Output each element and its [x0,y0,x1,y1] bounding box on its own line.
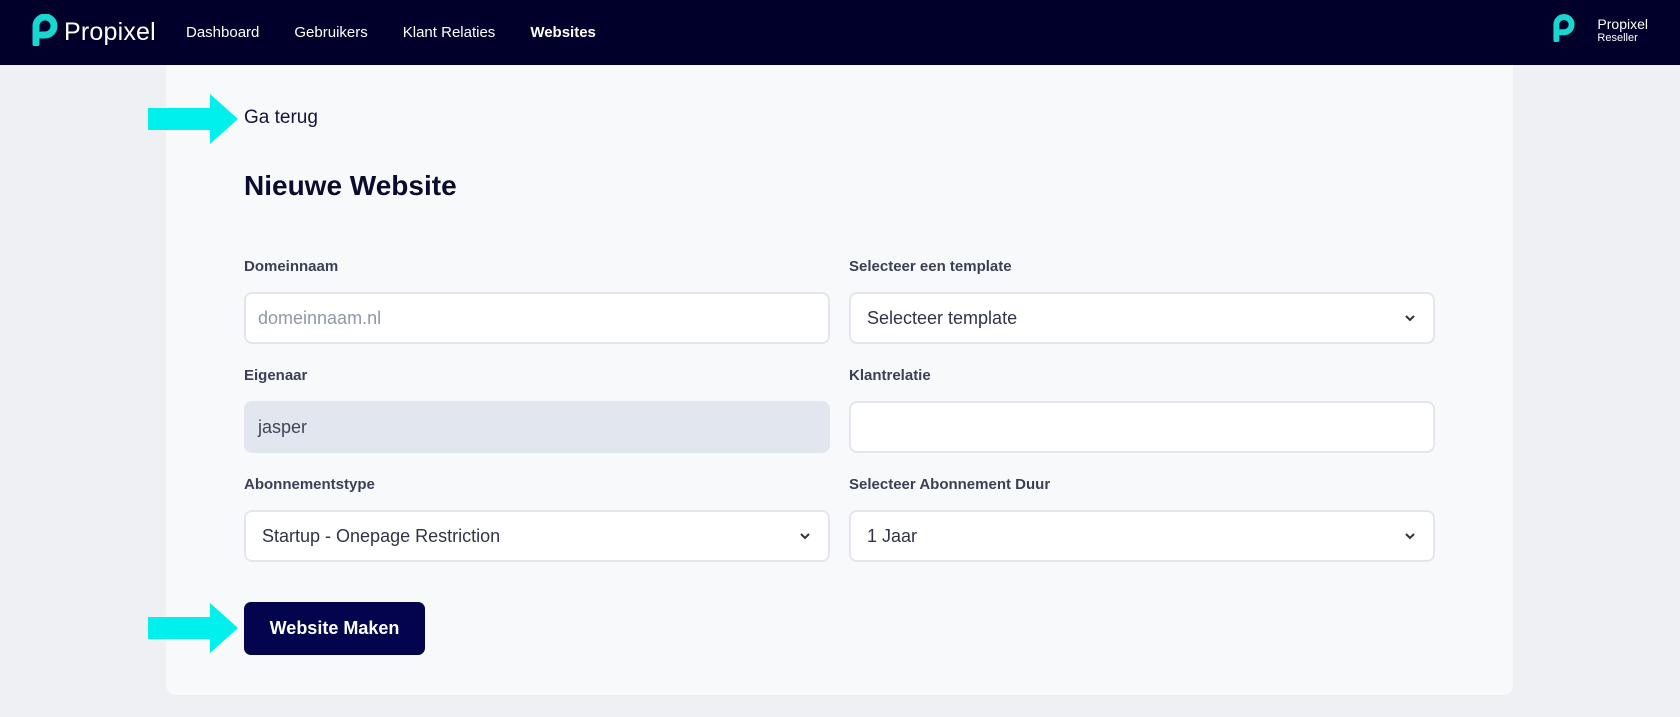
nav-item-websites[interactable]: Websites [530,24,596,41]
subscription-duration-select[interactable]: 1 Jaar [849,510,1435,562]
domain-input[interactable] [244,292,830,344]
user-role: Reseller [1597,32,1638,45]
client-label: Klantrelatie [849,367,931,384]
form-card [166,65,1513,695]
chevron-down-icon [1405,533,1415,540]
template-label: Selecteer een template [849,258,1012,275]
brand-name: Propixel [64,17,156,46]
page-title: Nieuwe Website [244,170,457,201]
brand[interactable]: Propixel [32,13,156,51]
client-input[interactable] [849,401,1435,453]
owner-label: Eigenaar [244,367,308,384]
domain-label: Domeinnaam [244,258,339,275]
owner-field: jasper [244,401,830,453]
template-select[interactable]: Selecteer template [849,292,1435,344]
user-menu[interactable]: Propixel Reseller [1553,14,1648,47]
chevron-down-icon [800,533,810,540]
subscription-type-value: Startup - Onepage Restriction [262,525,501,546]
website-maken-button[interactable]: Website Maken [244,602,425,655]
subscription-type-label: Abonnementstype [244,476,375,493]
subscription-duration-label: Selecteer Abonnement Duur [849,476,1051,493]
nav-item-gebruikers[interactable]: Gebruikers [294,24,367,41]
template-select-value: Selecteer template [867,307,1018,328]
user-name: Propixel [1597,16,1648,33]
annotation-arrow-icon [148,603,238,653]
top-navbar: Propixel Dashboard Gebruikers Klant Rela… [0,0,1680,65]
propixel-logo-icon [32,13,58,51]
subscription-duration-value: 1 Jaar [867,525,918,546]
main-nav: Dashboard Gebruikers Klant Relaties Webs… [186,0,631,65]
back-link[interactable]: Ga terug [244,107,318,129]
nav-item-dashboard[interactable]: Dashboard [186,24,259,41]
annotation-arrow-icon [148,94,238,144]
owner-value: jasper [258,416,308,437]
subscription-type-select[interactable]: Startup - Onepage Restriction [244,510,830,562]
chevron-down-icon [1405,315,1415,322]
user-avatar-icon [1553,14,1575,47]
nav-item-klant-relaties[interactable]: Klant Relaties [403,24,496,41]
